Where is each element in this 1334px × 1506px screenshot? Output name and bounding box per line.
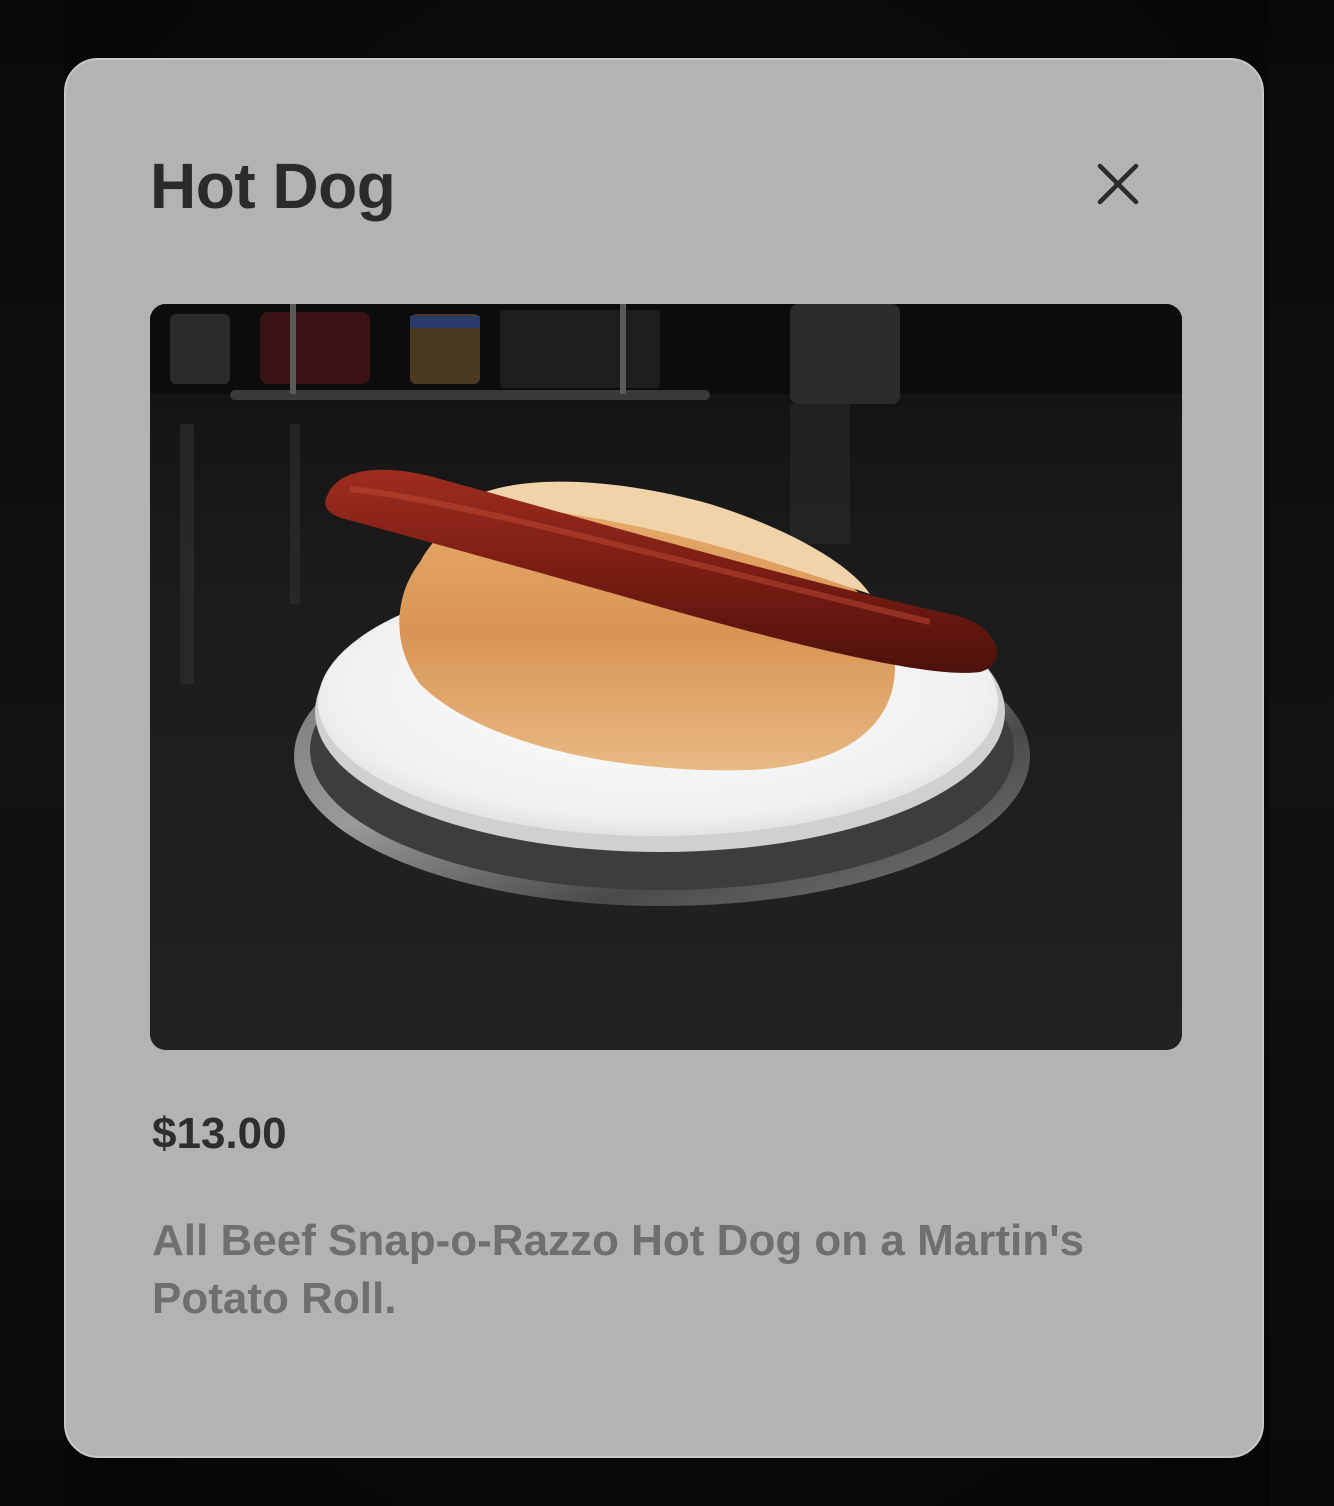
item-description: All Beef Snap-o-Razzo Hot Dog on a Marti… [152,1216,1085,1323]
close-button[interactable] [1084,150,1152,218]
backdrop-edge-right [1270,0,1334,1506]
backdrop-edge-left [0,0,64,1506]
hot-dog-photo [150,304,1182,1050]
close-icon [1097,163,1139,205]
product-image [150,304,1182,1050]
modal-title: Hot Dog [150,150,396,222]
item-price: $13.00 [152,1109,287,1158]
product-detail-modal: Hot Dog $13.00 All Beef Snap-o-Razzo Hot… [64,58,1264,1458]
